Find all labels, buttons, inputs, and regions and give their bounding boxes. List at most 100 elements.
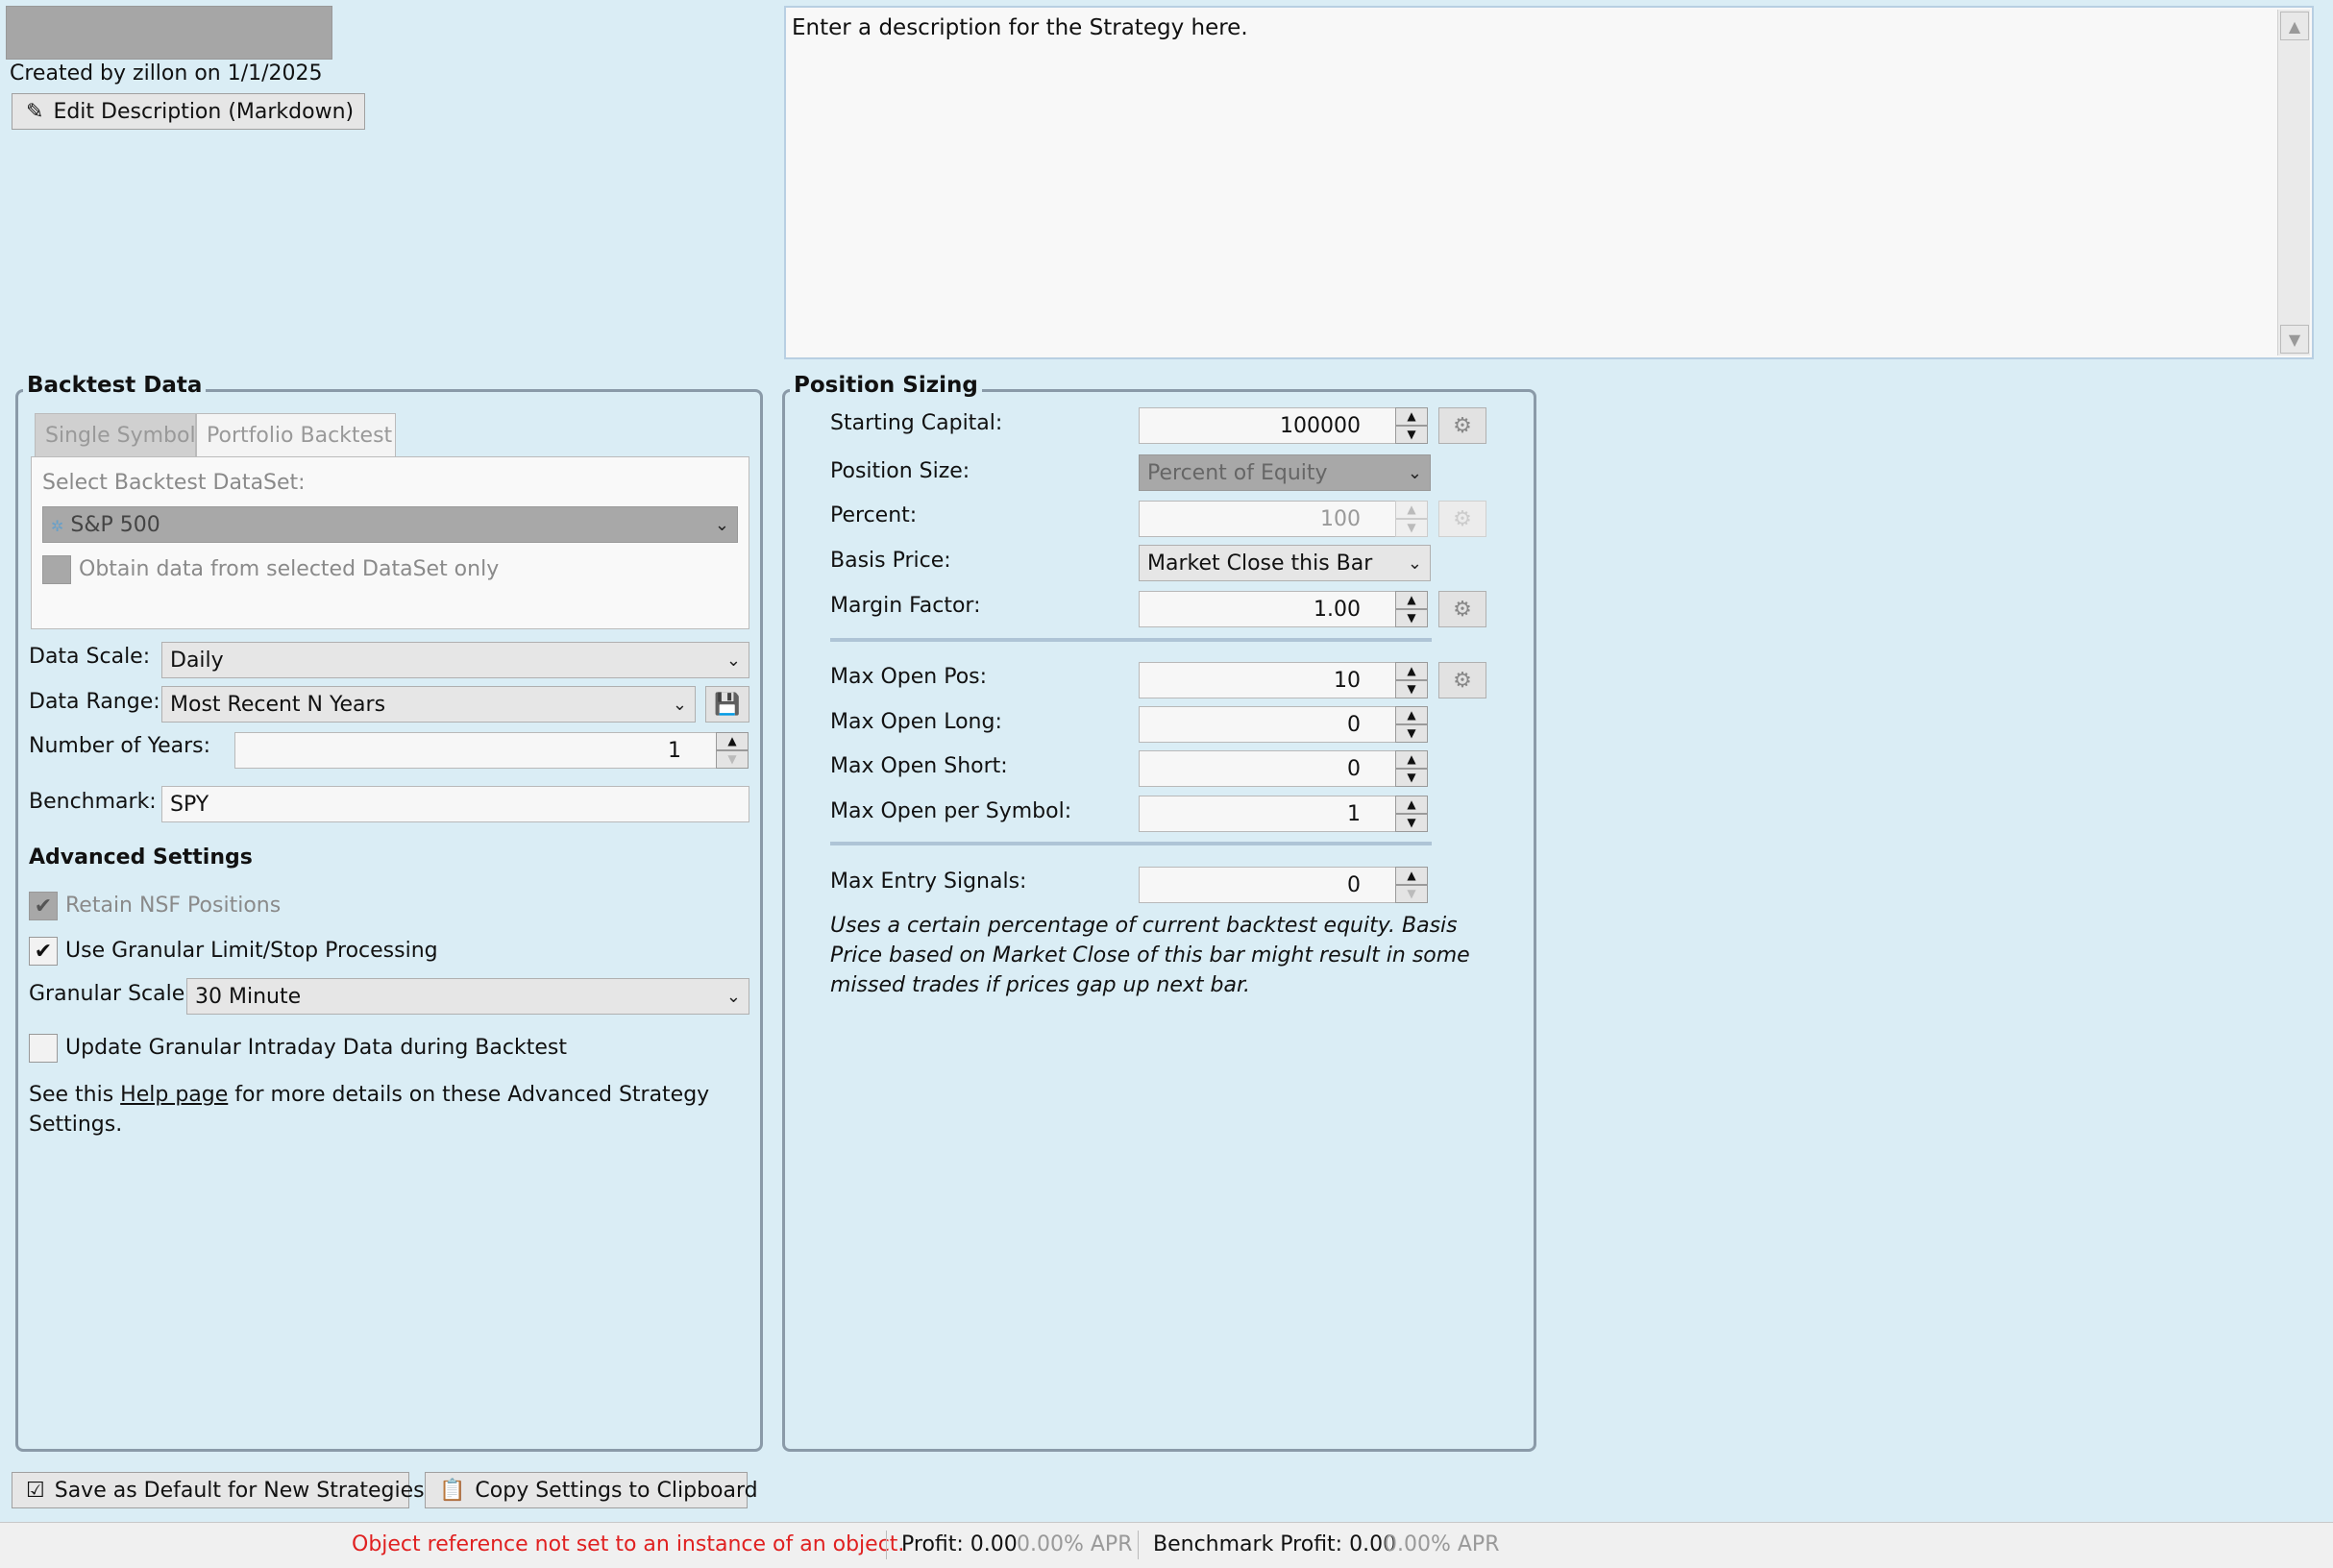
status-bar: Object reference not set to an instance … <box>0 1522 2333 1568</box>
save-range-icon[interactable]: 💾 <box>705 686 749 723</box>
gear-icon[interactable]: ⚙ <box>1438 662 1486 698</box>
spin-up-icon[interactable]: ▲ <box>1395 867 1428 885</box>
max-open-long-label: Max Open Long: <box>830 710 1002 734</box>
retain-nsf-checkbox[interactable]: ✔ <box>29 892 58 920</box>
benchmark-value: SPY <box>170 792 209 817</box>
years-spinner[interactable]: ▲ ▼ <box>716 732 749 769</box>
chevron-down-icon: ⌄ <box>1407 462 1422 483</box>
divider <box>830 638 1432 642</box>
max-open-pos-spinner[interactable]: ▲ ▼ <box>1395 662 1428 698</box>
gear-icon[interactable]: ⚙ <box>1438 501 1486 537</box>
max-per-symbol-spinner[interactable]: ▲ ▼ <box>1395 796 1428 832</box>
position-size-select[interactable]: Percent of Equity ⌄ <box>1139 454 1431 491</box>
benchmark-input[interactable]: SPY <box>161 786 749 822</box>
data-range-value: Most Recent N Years <box>170 692 386 717</box>
spin-up-icon[interactable]: ▲ <box>1395 662 1428 680</box>
percent-spinner[interactable]: ▲ ▼ <box>1395 501 1428 537</box>
edit-description-label: Edit Description (Markdown) <box>53 99 355 124</box>
capital-spinner[interactable]: ▲ ▼ <box>1395 407 1428 444</box>
chevron-down-icon: ⌄ <box>1407 552 1422 574</box>
granular-scale-select[interactable]: 30 Minute ⌄ <box>186 978 749 1015</box>
max-open-pos-input[interactable]: 10 ▲ ▼ <box>1139 662 1428 698</box>
spin-down-icon[interactable]: ▼ <box>1395 885 1428 903</box>
max-per-symbol-input[interactable]: 1 ▲ ▼ <box>1139 796 1428 832</box>
data-scale-select[interactable]: Daily ⌄ <box>161 642 749 678</box>
max-open-long-spinner[interactable]: ▲ ▼ <box>1395 706 1428 743</box>
position-size-value: Percent of Equity <box>1147 460 1328 485</box>
save-default-button[interactable]: ☑ Save as Default for New Strategies <box>12 1472 425 1508</box>
strategy-title-box[interactable] <box>6 6 332 60</box>
divider <box>830 842 1432 845</box>
update-intraday-label: Update Granular Intraday Data during Bac… <box>65 1036 567 1060</box>
max-entry-spinner[interactable]: ▲ ▼ <box>1395 867 1428 903</box>
status-profit-apr: 0.00% APR <box>1017 1532 1133 1556</box>
basis-price-select[interactable]: Market Close this Bar ⌄ <box>1139 545 1431 581</box>
spin-down-icon[interactable]: ▼ <box>1395 519 1428 537</box>
spin-down-icon[interactable]: ▼ <box>1395 769 1428 787</box>
data-range-select[interactable]: Most Recent N Years ⌄ <box>161 686 696 723</box>
gear-icon[interactable]: ⚙ <box>1438 407 1486 444</box>
spin-up-icon[interactable]: ▲ <box>1395 407 1428 426</box>
tab-portfolio-backtest[interactable]: Portfolio Backtest <box>196 413 396 457</box>
description-textarea[interactable]: Enter a description for the Strategy her… <box>784 6 2314 359</box>
note-line-1: Uses a certain percentage of current bac… <box>830 914 1458 938</box>
edit-description-button[interactable]: ✎ Edit Description (Markdown) <box>12 93 365 130</box>
spin-up-icon[interactable]: ▲ <box>1395 750 1428 769</box>
spin-up-icon[interactable]: ▲ <box>716 732 749 750</box>
save-default-label: Save as Default for New Strategies <box>54 1478 425 1503</box>
scroll-down-icon[interactable]: ▼ <box>2280 325 2309 354</box>
dataset-select[interactable]: ✲ S&P 500 ⌄ <box>42 506 738 543</box>
spin-up-icon[interactable]: ▲ <box>1395 501 1428 519</box>
obtain-data-label: Obtain data from selected DataSet only <box>79 557 500 581</box>
scroll-up-icon[interactable]: ▲ <box>2280 12 2309 40</box>
max-entry-signals-input[interactable]: 0 ▲ ▼ <box>1139 867 1428 903</box>
spin-up-icon[interactable]: ▲ <box>1395 796 1428 814</box>
max-per-symbol-label: Max Open per Symbol: <box>830 799 1072 823</box>
starting-capital-input[interactable]: 100000 ▲ ▼ <box>1139 407 1428 444</box>
max-open-long-input[interactable]: 0 ▲ ▼ <box>1139 706 1428 743</box>
help-link[interactable]: Help page <box>120 1083 228 1107</box>
update-intraday-checkbox[interactable] <box>29 1034 58 1063</box>
spin-down-icon[interactable]: ▼ <box>1395 609 1428 627</box>
dataset-value: S&P 500 <box>70 512 160 537</box>
max-per-symbol-value: 1 <box>1347 801 1361 826</box>
description-text: Enter a description for the Strategy her… <box>792 15 1248 40</box>
margin-spinner[interactable]: ▲ ▼ <box>1395 591 1428 627</box>
max-open-short-input[interactable]: 0 ▲ ▼ <box>1139 750 1428 787</box>
obtain-data-checkbox[interactable] <box>42 555 71 584</box>
backtest-data-title: Backtest Data <box>23 373 207 398</box>
copy-settings-button[interactable]: 📋 Copy Settings to Clipboard <box>425 1472 758 1508</box>
clipboard-icon: 📋 <box>439 1478 466 1503</box>
number-of-years-value: 1 <box>668 738 681 763</box>
spin-down-icon[interactable]: ▼ <box>1395 814 1428 832</box>
granular-processing-checkbox[interactable]: ✔ <box>29 937 58 966</box>
starting-capital-label: Starting Capital: <box>830 411 1003 435</box>
status-profit: Profit: 0.00 <box>901 1532 1018 1556</box>
tab-single-symbol[interactable]: Single Symbol <box>35 413 196 457</box>
spin-down-icon[interactable]: ▼ <box>1395 680 1428 698</box>
margin-factor-label: Margin Factor: <box>830 594 981 618</box>
starting-capital-value: 100000 <box>1280 413 1361 438</box>
spin-down-icon[interactable]: ▼ <box>716 750 749 769</box>
percent-value: 100 <box>1320 506 1361 531</box>
data-range-label: Data Range: <box>29 690 160 714</box>
percent-label: Percent: <box>830 503 918 527</box>
spin-up-icon[interactable]: ▲ <box>1395 591 1428 609</box>
number-of-years-input[interactable]: 1 ▲ ▼ <box>234 732 749 769</box>
max-open-long-value: 0 <box>1347 712 1361 737</box>
spin-up-icon[interactable]: ▲ <box>1395 706 1428 724</box>
note-line-2: Price based on Market Close of this bar … <box>830 943 1470 968</box>
spin-down-icon[interactable]: ▼ <box>1395 426 1428 444</box>
granular-scale-label: Granular Scale <box>29 982 185 1006</box>
gear-icon[interactable]: ⚙ <box>1438 591 1486 627</box>
max-open-pos-value: 10 <box>1334 668 1361 693</box>
max-open-short-spinner[interactable]: ▲ ▼ <box>1395 750 1428 787</box>
granular-scale-value: 30 Minute <box>195 984 302 1009</box>
margin-factor-input[interactable]: 1.00 ▲ ▼ <box>1139 591 1428 627</box>
percent-input[interactable]: 100 ▲ ▼ <box>1139 501 1428 537</box>
description-scrollbar[interactable]: ▲ ▼ <box>2277 10 2310 355</box>
basis-price-label: Basis Price: <box>830 549 951 573</box>
help-prefix: See this <box>29 1083 121 1107</box>
max-entry-signals-label: Max Entry Signals: <box>830 870 1027 894</box>
spin-down-icon[interactable]: ▼ <box>1395 724 1428 743</box>
